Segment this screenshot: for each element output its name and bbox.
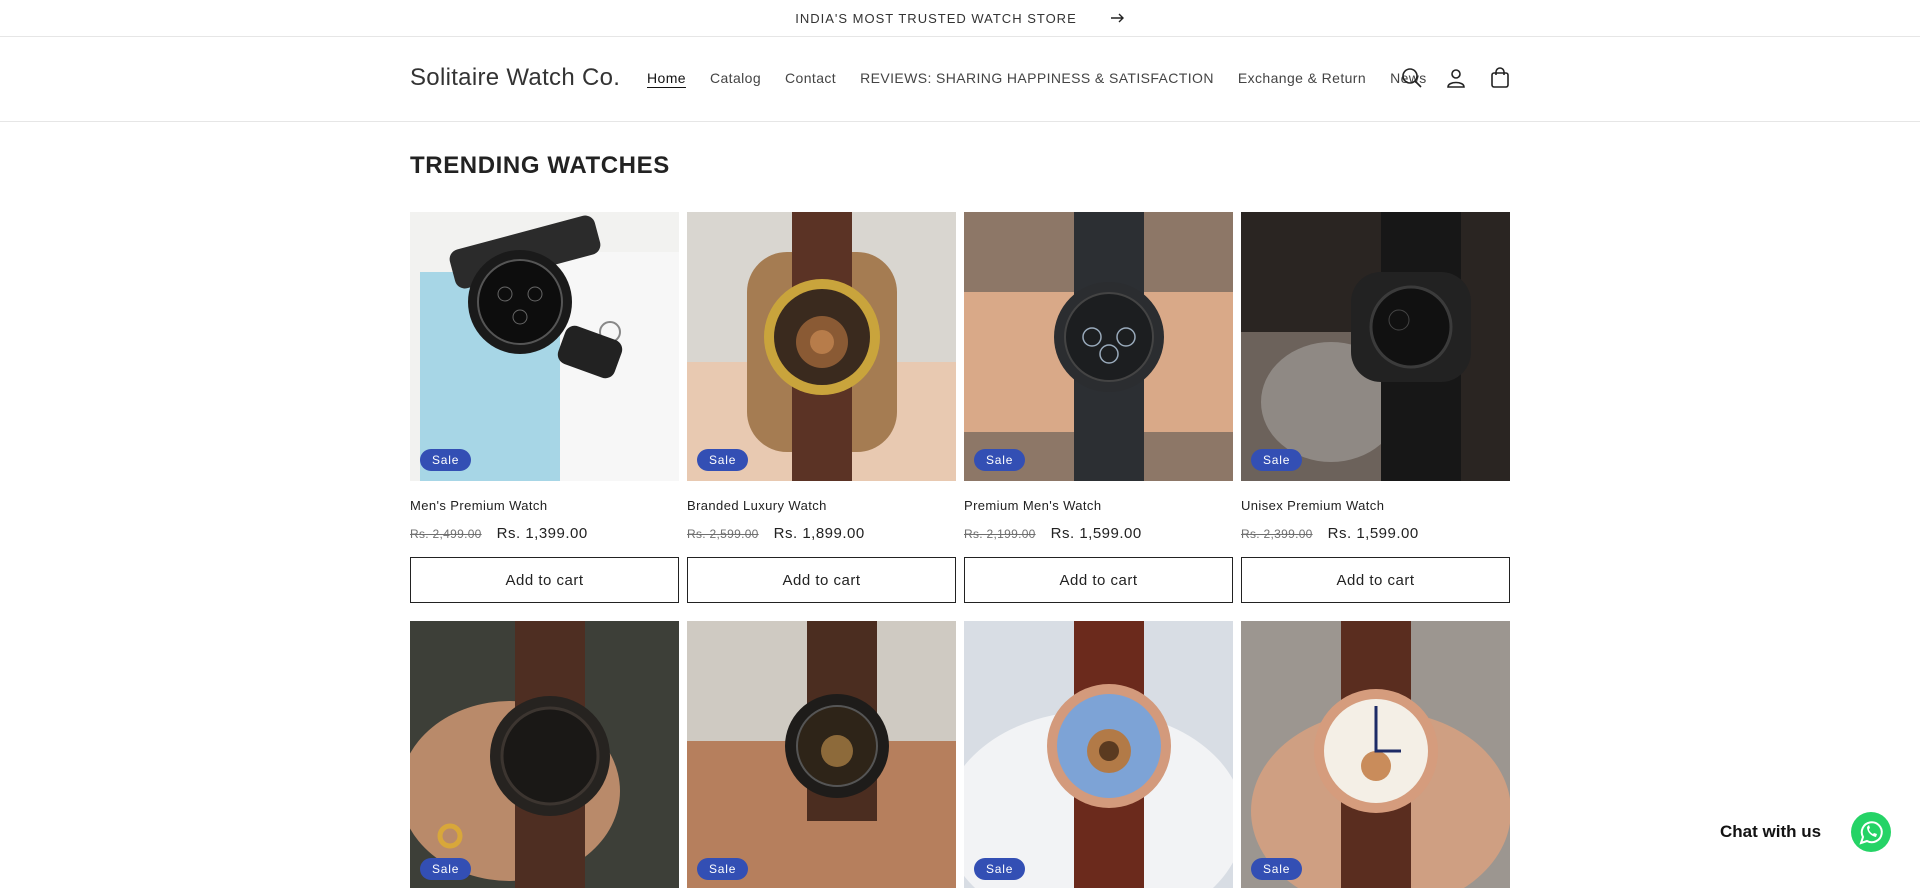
sale-badge: Sale	[1251, 858, 1303, 880]
announcement-bar[interactable]: INDIA'S MOST TRUSTED WATCH STORE	[0, 0, 1920, 37]
product-title[interactable]: Unisex Premium Watch	[1241, 498, 1510, 513]
product-grid: Sale Men's Premium Watch Rs. 2,499.00 Rs…	[410, 212, 1511, 888]
product-card: Sale	[410, 621, 679, 888]
add-to-cart-button[interactable]: Add to cart	[410, 557, 679, 603]
brand-logo[interactable]: Solitaire Watch Co.	[410, 64, 620, 92]
whatsapp-icon[interactable]	[1851, 812, 1891, 852]
product-title[interactable]: Men's Premium Watch	[410, 498, 679, 513]
product-image[interactable]: Sale	[964, 212, 1233, 481]
add-to-cart-button[interactable]: Add to cart	[687, 557, 956, 603]
product-card: Sale Men's Premium Watch Rs. 2,499.00 Rs…	[410, 212, 679, 603]
sale-badge: Sale	[974, 449, 1026, 471]
product-prices: Rs. 2,199.00 Rs. 1,599.00	[964, 525, 1233, 542]
section-title: TRENDING WATCHES	[410, 152, 670, 179]
product-prices: Rs. 2,499.00 Rs. 1,399.00	[410, 525, 679, 542]
product-title[interactable]: Branded Luxury Watch	[687, 498, 956, 513]
sale-badge: Sale	[420, 858, 472, 880]
sale-price: Rs. 1,599.00	[1327, 525, 1419, 542]
product-image[interactable]: Sale	[687, 621, 956, 888]
regular-price: Rs. 2,399.00	[1241, 527, 1313, 541]
sale-badge: Sale	[697, 858, 749, 880]
nav-exchange-return[interactable]: Exchange & Return	[1238, 70, 1366, 86]
product-card: Sale Unisex Premium Watch Rs. 2,399.00 R…	[1241, 212, 1510, 603]
sale-price: Rs. 1,399.00	[496, 525, 588, 542]
regular-price: Rs. 2,499.00	[410, 527, 482, 541]
nav-reviews[interactable]: REVIEWS: SHARING HAPPINESS & SATISFACTIO…	[860, 70, 1214, 86]
product-image[interactable]: Sale	[964, 621, 1233, 888]
regular-price: Rs. 2,199.00	[964, 527, 1036, 541]
product-prices: Rs. 2,599.00 Rs. 1,899.00	[687, 525, 956, 542]
main-nav: Home Catalog Contact REVIEWS: SHARING HA…	[647, 70, 1451, 86]
site-header: Solitaire Watch Co. Home Catalog Contact…	[0, 38, 1920, 122]
product-image[interactable]: Sale	[1241, 212, 1510, 481]
add-to-cart-button[interactable]: Add to cart	[964, 557, 1233, 603]
account-icon[interactable]	[1444, 66, 1468, 90]
product-card: Sale	[687, 621, 956, 888]
sale-badge: Sale	[974, 858, 1026, 880]
sale-badge: Sale	[1251, 449, 1303, 471]
search-icon[interactable]	[1400, 66, 1424, 90]
product-prices: Rs. 2,399.00 Rs. 1,599.00	[1241, 525, 1510, 542]
product-image[interactable]: Sale	[687, 212, 956, 481]
nav-contact[interactable]: Contact	[785, 70, 836, 86]
nav-home[interactable]: Home	[647, 70, 686, 86]
regular-price: Rs. 2,599.00	[687, 527, 759, 541]
cart-icon[interactable]	[1488, 66, 1512, 90]
arrow-right-icon[interactable]	[1110, 13, 1125, 23]
product-title[interactable]: Premium Men's Watch	[964, 498, 1233, 513]
add-to-cart-button[interactable]: Add to cart	[1241, 557, 1510, 603]
product-card: Sale	[1241, 621, 1510, 888]
chat-label[interactable]: Chat with us	[1720, 822, 1821, 842]
sale-badge: Sale	[697, 449, 749, 471]
announcement-text: INDIA'S MOST TRUSTED WATCH STORE	[795, 10, 1077, 26]
product-card: Sale Premium Men's Watch Rs. 2,199.00 Rs…	[964, 212, 1233, 603]
product-image[interactable]: Sale	[410, 212, 679, 481]
product-card: Sale Branded Luxury Watch Rs. 2,599.00 R…	[687, 212, 956, 603]
nav-catalog[interactable]: Catalog	[710, 70, 761, 86]
sale-price: Rs. 1,599.00	[1050, 525, 1142, 542]
sale-badge: Sale	[420, 449, 472, 471]
product-image[interactable]: Sale	[1241, 621, 1510, 888]
product-image[interactable]: Sale	[410, 621, 679, 888]
product-card: Sale	[964, 621, 1233, 888]
sale-price: Rs. 1,899.00	[773, 525, 865, 542]
